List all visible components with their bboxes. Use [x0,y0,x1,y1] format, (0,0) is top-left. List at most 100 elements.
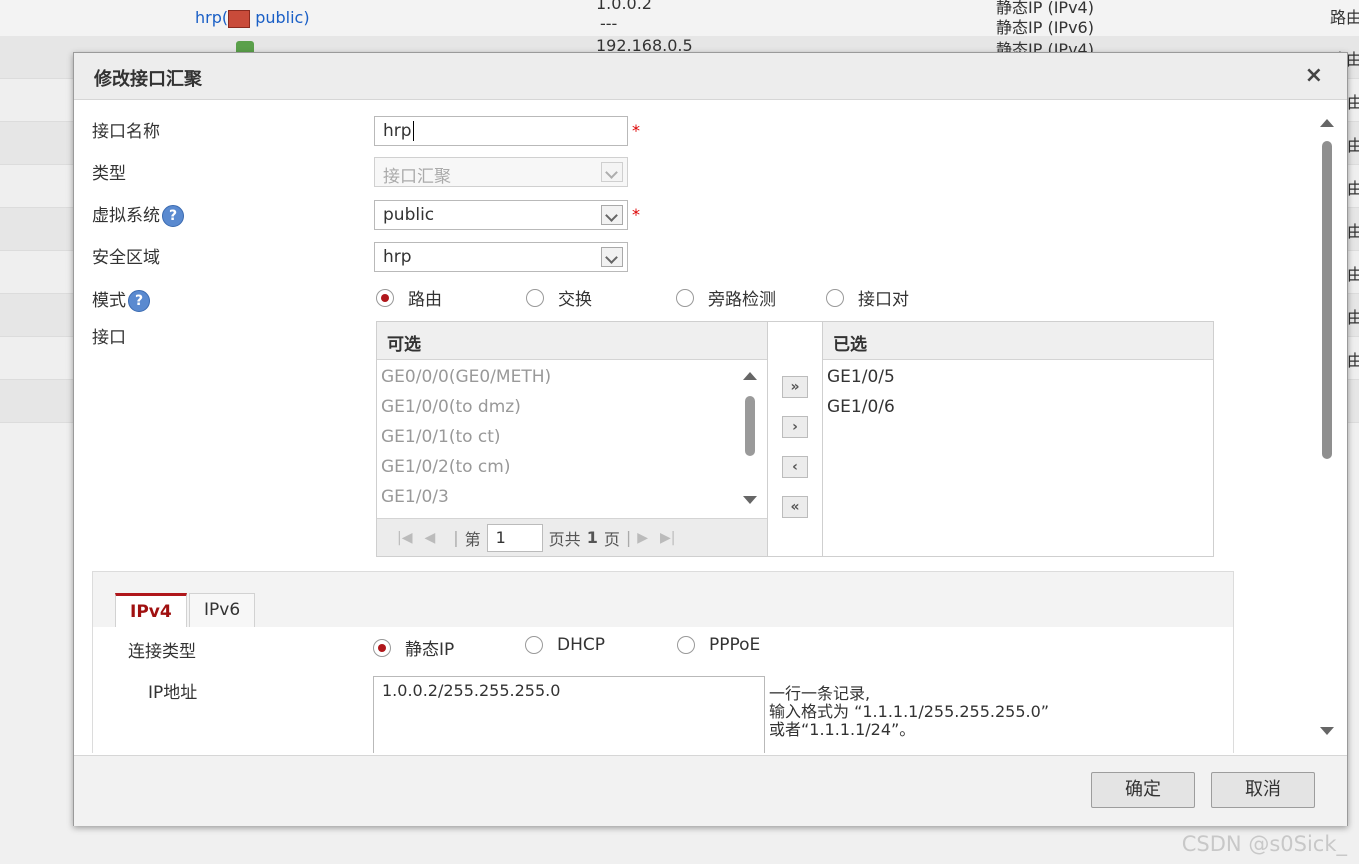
list-item[interactable]: GE1/0/6 [823,392,1213,422]
hint-line: 或者“1.1.1.1/24”。 [769,720,916,739]
scroll-thumb[interactable] [1322,141,1332,459]
tab-ipv6[interactable]: IPv6 [189,593,256,627]
conn-radio-dhcp[interactable]: DHCP [525,635,605,655]
pager-middle: 页共 [548,529,581,549]
scroll-up-icon[interactable] [1320,119,1334,127]
dialog-scrollbar[interactable] [1320,119,1334,739]
connection-type-label: 连接类型 [128,642,196,662]
available-list-scrollbar[interactable] [743,366,757,516]
page-number-input[interactable]: 1 [486,523,543,552]
text-cursor [412,121,414,141]
next-page-icon[interactable]: ▶ [637,530,648,546]
interface-name-prefix[interactable]: hrp( [195,8,228,27]
radio-label: 旁路检测 [708,290,776,310]
radio-unchecked-icon[interactable] [826,288,844,307]
ip-format-hint: 一行一条记录, 输入格式为 “1.1.1.1/255.255.255.0” 或者… [769,685,1049,739]
pager-separator: | [625,528,632,547]
mode-radio-bypass[interactable]: 旁路检测 [676,285,776,310]
interface-name-cell[interactable]: hrp( public) [195,8,310,28]
interface-name-value: hrp [383,121,412,141]
radio-label: PPPoE [709,635,761,655]
hint-line: 一行一条记录, [769,684,871,703]
interface-label: 接口 [92,328,126,348]
selected-list-header: 已选 [823,322,1213,360]
ok-button[interactable]: 确定 [1091,772,1195,808]
mode-cell-clip: 由 [1347,308,1359,327]
dialog-header[interactable]: 修改接口汇聚 × [74,53,1347,100]
edit-eth-trunk-dialog: 修改接口汇聚 × 接口名称 hrp * 类型 接口汇聚 虚拟系统? public… [73,52,1348,826]
conn-radio-pppoe[interactable]: PPPoE [677,635,760,655]
list-item[interactable]: GE1/0/0(to dmz) [377,392,767,422]
list-item[interactable]: GE1/0/2(to cm) [377,452,767,482]
add-button[interactable]: › [782,416,808,438]
transfer-buttons: » › ‹ « [767,321,823,557]
dialog-footer: 确定 取消 [74,755,1347,826]
scroll-down-icon[interactable] [743,496,757,504]
radio-unchecked-icon[interactable] [526,288,544,307]
chevron-down-icon[interactable] [601,205,623,225]
list-item[interactable]: GE0/0/0(GE0/METH) [377,362,767,392]
list-item[interactable]: GE1/0/1(to ct) [377,422,767,452]
first-page-icon[interactable]: |◀ [397,530,412,546]
vsys-label-text: 虚拟系统 [92,206,160,226]
mode-cell-clip: 由 [1347,93,1359,112]
radio-unchecked-icon[interactable] [676,288,694,307]
vsys-select[interactable]: public [374,200,628,230]
interface-name-input[interactable]: hrp [374,116,628,146]
scroll-down-icon[interactable] [1320,727,1334,735]
security-zone-select[interactable]: hrp [374,242,628,272]
prev-page-icon[interactable]: ◀ [424,530,435,546]
mode-cell: 路由 [1330,8,1359,27]
watermark: CSDN @s0Sick_ [1181,832,1347,856]
available-interfaces-list: 可选 GE0/0/0(GE0/METH) GE1/0/0(to dmz) GE1… [376,321,768,557]
pager-prefix: 第 [464,529,481,549]
dialog-title: 修改接口汇聚 [94,69,202,90]
radio-label: DHCP [557,635,605,655]
ip-cell-bottom: --- [600,14,618,33]
pager-separator: | [453,528,459,547]
ip-address-label: IP地址 [148,683,198,703]
radio-label: 接口对 [858,290,909,310]
scroll-thumb[interactable] [745,396,755,456]
vsys-value: public [383,205,435,225]
help-icon[interactable]: ? [162,205,184,227]
mode-cell-clip: 由 [1347,136,1359,155]
interface-name-suffix[interactable]: public) [250,8,309,27]
mode-cell-clip: 由 [1347,265,1359,284]
add-all-button[interactable]: » [782,376,808,398]
hint-line: 输入格式为 “1.1.1.1/255.255.255.0” [769,702,1050,721]
mode-radio-switching[interactable]: 交换 [526,285,592,310]
conn-radio-static[interactable]: 静态IP [373,635,454,660]
close-button[interactable]: × [1305,63,1323,88]
radio-checked-icon[interactable] [376,288,394,307]
available-list-pager: |◀ ◀ | 第 1 页共 1 页 | ▶ ▶| [377,518,767,556]
mode-radio-interface-pair[interactable]: 接口对 [826,285,909,310]
ip-address-textarea[interactable]: 1.0.0.2/255.255.255.0 [373,676,765,753]
list-item[interactable]: GE1/0/3 [377,482,767,512]
remove-button[interactable]: ‹ [782,456,808,478]
dialog-body: 接口名称 hrp * 类型 接口汇聚 虚拟系统? public * 安全区域 h… [78,101,1343,753]
mode-radio-routing[interactable]: 路由 [376,285,442,310]
mode-cell-clip: 由 [1347,351,1359,370]
pager-suffix: 页 [603,529,620,549]
radio-label: 交换 [558,290,592,310]
mode-label-text: 模式 [92,291,126,311]
selected-items: GE1/0/5 GE1/0/6 [823,360,1213,422]
cancel-button[interactable]: 取消 [1211,772,1315,808]
chevron-down-icon[interactable] [601,247,623,267]
radio-label: 路由 [408,290,442,310]
type-select: 接口汇聚 [374,157,628,187]
ip-cell-top: 1.0.0.2 [596,0,652,13]
scroll-up-icon[interactable] [743,372,757,380]
remove-all-button[interactable]: « [782,496,808,518]
help-icon[interactable]: ? [128,290,150,312]
last-page-icon[interactable]: ▶| [660,530,675,546]
type-value: 接口汇聚 [383,167,451,187]
radio-checked-icon[interactable] [373,638,391,657]
firewall-icon [228,9,251,28]
radio-unchecked-icon[interactable] [525,636,543,654]
list-item[interactable]: GE1/0/5 [823,362,1213,392]
table-row[interactable]: hrp( public) 1.0.0.2 --- 静态IP (IPv4) 静态I… [0,0,1359,37]
radio-unchecked-icon[interactable] [677,636,695,654]
tab-ipv4[interactable]: IPv4 [115,593,187,627]
